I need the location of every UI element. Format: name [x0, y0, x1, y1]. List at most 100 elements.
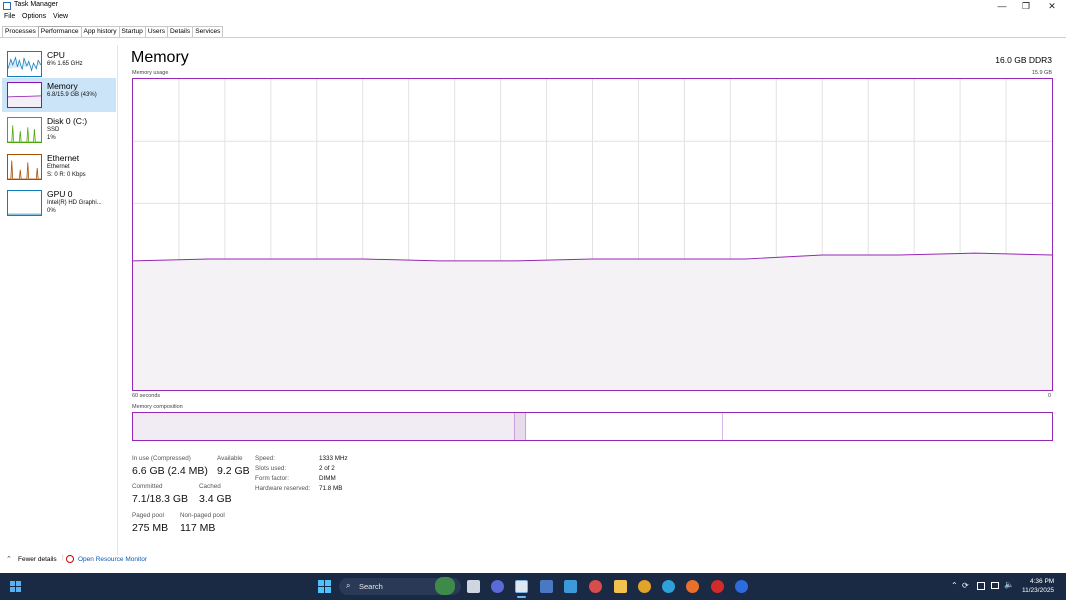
window-title: Task Manager — [14, 1, 58, 8]
memory-composition-bar — [132, 412, 1053, 441]
available-value: 9.2 GB — [217, 465, 250, 477]
menu-file[interactable]: File — [4, 13, 15, 20]
non-paged-pool-value: 117 MB — [180, 522, 216, 534]
sidebar-gpu-usage: 0% — [47, 208, 56, 214]
cached-value: 3.4 GB — [199, 493, 232, 505]
sidebar-ethernet-adapter: Ethernet — [47, 164, 70, 170]
opera-icon[interactable] — [711, 580, 724, 593]
volume-icon[interactable]: 🔈 — [1004, 580, 1014, 589]
tab-services[interactable]: Services — [192, 26, 224, 37]
chrome-icon[interactable] — [638, 580, 651, 593]
taskbar: ⌕ Search ⌃ ⟳ 🔈 4:36 PM 11/23/2025 — [0, 573, 1066, 600]
sidebar-label-memory: Memory — [47, 81, 78, 91]
sidebar-label-gpu: GPU 0 — [47, 189, 73, 199]
menu-options[interactable]: Options — [22, 13, 46, 20]
weather-icon[interactable] — [435, 577, 455, 595]
resource-monitor-icon — [66, 555, 74, 563]
chat-icon[interactable] — [491, 580, 504, 593]
network-icon[interactable] — [991, 582, 999, 589]
composition-standby — [526, 413, 723, 440]
non-paged-pool-label: Non-paged pool — [180, 512, 225, 519]
in-use-value: 6.6 GB (2.4 MB) — [132, 465, 208, 477]
task-manager-taskbar-icon[interactable] — [515, 580, 528, 593]
edge-icon[interactable] — [662, 580, 675, 593]
memory-spec: 16.0 GB DDR3 — [995, 55, 1052, 65]
fewer-details-link[interactable]: Fewer details — [18, 556, 57, 563]
speed-label: Speed: — [255, 455, 275, 462]
sidebar-label-disk: Disk 0 (C:) — [47, 116, 88, 126]
app-icon[interactable] — [589, 580, 602, 593]
sidebar-label-ethernet: Ethernet — [47, 153, 80, 163]
tab-details[interactable]: Details — [167, 26, 194, 37]
chevron-up-tray-icon[interactable]: ⌃ — [951, 581, 958, 590]
sidebar-disk-type: SSD — [47, 127, 60, 133]
memory-composition-label: Memory composition — [132, 404, 183, 410]
sidebar-item-ethernet[interactable]: Ethernet Ethernet S: 0 R: 0 Kbps — [2, 150, 116, 184]
graph-time-right: 0 — [1048, 393, 1052, 399]
memory-usage-label: Memory usage — [132, 70, 169, 76]
memory-usage-area — [133, 253, 1052, 390]
taskbar-search-text: Search — [359, 582, 383, 591]
hardware-reserved-value: 71.8 MB — [319, 485, 343, 492]
committed-label: Committed — [132, 483, 163, 490]
tab-performance[interactable]: Performance — [37, 26, 82, 37]
page-title: Memory — [131, 49, 189, 66]
display-icon[interactable] — [977, 582, 985, 590]
sidebar-item-gpu[interactable]: GPU 0 Intel(R) HD Graphi... 0% — [2, 186, 116, 220]
hardware-reserved-label: Hardware reserved: — [255, 485, 311, 492]
form-factor-value: DIMM — [319, 475, 336, 482]
mail-icon[interactable] — [564, 580, 577, 593]
memory-usage-max: 15.9 GB — [1031, 70, 1052, 76]
slots-used-value: 2 of 2 — [319, 465, 335, 472]
tab-processes[interactable]: Processes — [2, 26, 39, 37]
form-factor-label: Form factor: — [255, 475, 289, 482]
speed-value: 1333 MHz — [319, 455, 348, 462]
widgets-icon[interactable] — [9, 580, 22, 593]
tab-bar: Processes Performance App history Startu… — [2, 26, 224, 37]
tab-users[interactable]: Users — [144, 26, 169, 37]
file-explorer-icon[interactable] — [614, 580, 627, 593]
firefox-icon[interactable] — [686, 580, 699, 593]
paged-pool-value: 275 MB — [132, 522, 169, 534]
tab-startup[interactable]: Startup — [118, 26, 146, 37]
sidebar-item-cpu[interactable]: CPU 6% 1.65 GHz — [2, 47, 116, 81]
start-icon[interactable] — [318, 580, 331, 593]
composition-modified — [514, 413, 527, 440]
open-resource-monitor-link[interactable]: Open Resource Monitor — [78, 556, 147, 563]
footer-bar: ⌃ Fewer details | Open Resource Monitor — [0, 552, 1066, 568]
sidebar-disk-usage: 1% — [47, 135, 56, 141]
composition-free — [722, 413, 1052, 440]
sidebar-item-memory[interactable]: Memory 6.8/15.9 GB (43%) — [2, 78, 116, 112]
composition-in-use — [133, 413, 515, 440]
footer-divider: | — [62, 554, 64, 561]
tab-app-history[interactable]: App history — [80, 26, 120, 37]
close-button[interactable]: ✕ — [1038, 0, 1066, 12]
paged-pool-label: Paged pool — [132, 512, 164, 519]
active-indicator — [517, 596, 526, 598]
task-view-icon[interactable] — [467, 580, 480, 593]
sidebar-ethernet-throughput: S: 0 R: 0 Kbps — [47, 172, 86, 178]
gpu-thumbnail-graph — [7, 190, 42, 216]
graph-time-left: 60 seconds — [132, 393, 161, 399]
in-use-label: In use (Compressed) — [132, 455, 191, 462]
restore-button[interactable]: ❐ — [1012, 0, 1040, 12]
sidebar-memory-usage: 6.8/15.9 GB (43%) — [47, 92, 97, 98]
sidebar-label-cpu: CPU — [47, 50, 65, 60]
zoom-icon[interactable] — [735, 580, 748, 593]
clock-date[interactable]: 11/23/2025 — [1022, 587, 1054, 594]
ethernet-thumbnail-graph — [7, 154, 42, 180]
sync-icon[interactable]: ⟳ — [962, 581, 969, 590]
cpu-thumbnail-graph — [7, 51, 42, 77]
slots-used-label: Slots used: — [255, 465, 287, 472]
chevron-up-icon[interactable]: ⌃ — [6, 555, 12, 563]
menu-view[interactable]: View — [53, 13, 68, 20]
available-label: Available — [217, 455, 243, 462]
title-bar: Task Manager — ❐ ✕ — [0, 0, 1066, 12]
sidebar-gpu-model: Intel(R) HD Graphi... — [47, 200, 102, 206]
calculator-icon[interactable] — [540, 580, 553, 593]
task-manager-icon — [3, 2, 11, 10]
clock-time[interactable]: 4:36 PM — [1030, 578, 1054, 585]
memory-usage-graph — [132, 78, 1053, 391]
sidebar-item-disk[interactable]: Disk 0 (C:) SSD 1% — [2, 113, 116, 147]
cached-label: Cached — [199, 483, 221, 490]
